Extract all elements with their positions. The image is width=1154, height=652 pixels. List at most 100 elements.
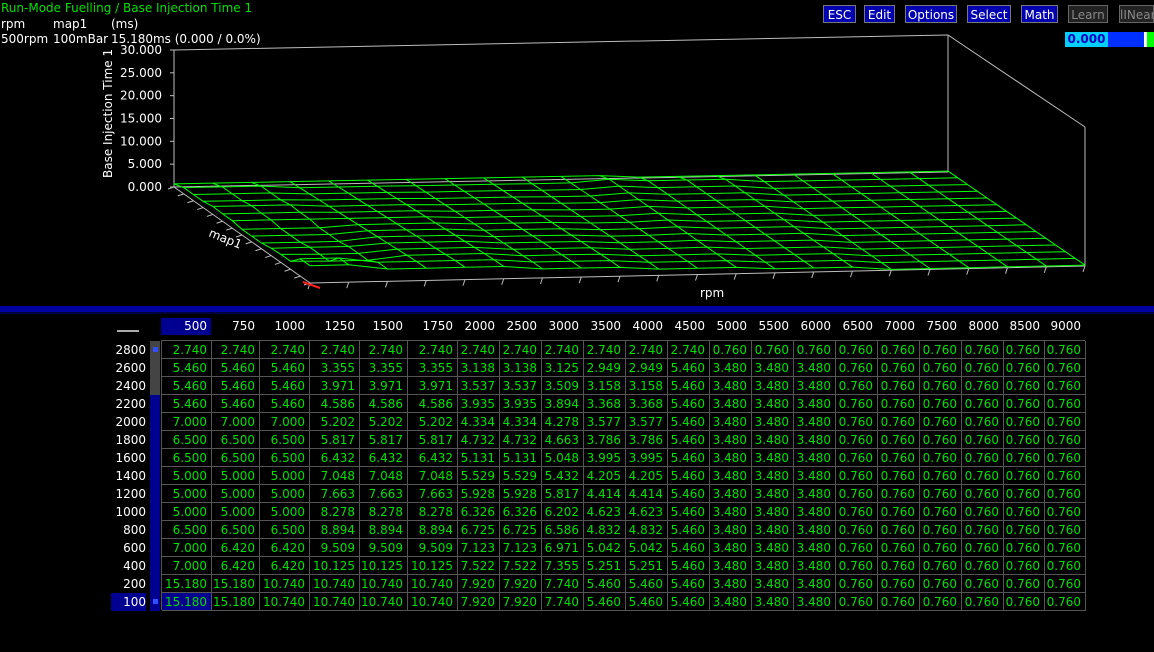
table-cell[interactable]: 10.740 [408,575,458,593]
table-cell[interactable]: 3.125 [542,359,584,377]
row-header-1400[interactable]: 1400 [100,467,146,485]
table-cell[interactable]: 3.480 [794,521,836,539]
table-cell[interactable]: 10.740 [360,593,408,611]
table-cell[interactable]: 0.760 [920,485,962,503]
table-cell[interactable]: 0.760 [920,413,962,431]
table-cell[interactable]: 6.202 [542,503,584,521]
table-cell[interactable]: 2.949 [626,359,668,377]
table-cell[interactable]: 4.586 [408,395,458,413]
table-cell[interactable]: 3.480 [710,467,752,485]
table-cell[interactable]: 5.251 [584,557,626,575]
table-cell[interactable]: 3.480 [752,467,794,485]
table-cell[interactable]: 0.760 [1004,395,1045,413]
table-cell[interactable]: 5.460 [260,377,310,395]
table-cell[interactable]: 3.480 [752,377,794,395]
column-header-1000[interactable]: 1000 [259,318,309,335]
table-cell[interactable]: 3.480 [710,413,752,431]
table-cell[interactable]: 0.760 [962,431,1004,449]
table-cell[interactable]: 3.480 [710,557,752,575]
table-cell[interactable]: 3.480 [710,431,752,449]
table-cell[interactable]: 0.760 [1004,557,1045,575]
table-cell[interactable]: 3.935 [500,395,542,413]
table-cell[interactable]: 5.460 [668,575,710,593]
table-cell[interactable]: 5.000 [162,467,212,485]
table-cell[interactable]: 5.000 [212,485,260,503]
table-cell[interactable]: 0.760 [836,467,878,485]
table-cell[interactable]: 6.420 [212,557,260,575]
table-cell[interactable]: 3.480 [752,521,794,539]
table-cell[interactable]: 5.460 [260,395,310,413]
table-cell[interactable]: 4.623 [584,503,626,521]
table-cell[interactable]: 5.460 [626,575,668,593]
table-cell[interactable]: 3.355 [408,359,458,377]
column-header-7500[interactable]: 7500 [919,318,961,335]
table-cell[interactable]: 0.760 [836,539,878,557]
table-cell[interactable]: 4.414 [626,485,668,503]
row-header-2600[interactable]: 2600 [100,359,146,377]
table-cell[interactable]: 0.760 [1045,341,1086,359]
table-cell[interactable]: 0.760 [1045,449,1086,467]
table-cell[interactable]: 5.460 [668,521,710,539]
column-header-8500[interactable]: 8500 [1003,318,1044,335]
table-cell[interactable]: 0.760 [920,395,962,413]
table-cell[interactable]: 10.125 [310,557,360,575]
table-cell[interactable]: 0.760 [1045,467,1086,485]
table-cell[interactable]: 6.500 [212,431,260,449]
table-cell[interactable]: 3.480 [710,503,752,521]
table-cell[interactable]: 0.760 [962,413,1004,431]
table-cell[interactable]: 0.760 [878,377,920,395]
table-cell[interactable]: 0.760 [878,467,920,485]
table-cell[interactable]: 0.760 [962,539,1004,557]
table-cell[interactable]: 5.817 [310,431,360,449]
row-header-1800[interactable]: 1800 [100,431,146,449]
table-cell[interactable]: 7.000 [162,557,212,575]
table-cell[interactable]: 5.460 [584,575,626,593]
table-cell[interactable]: 0.760 [878,557,920,575]
table-cell[interactable]: 5.460 [584,593,626,611]
table-cell[interactable]: 0.760 [962,521,1004,539]
table-cell[interactable]: 7.000 [212,413,260,431]
table-cell[interactable]: 3.480 [794,467,836,485]
table-cell[interactable]: 5.460 [212,359,260,377]
table-cell[interactable]: 3.480 [752,395,794,413]
table-cell[interactable]: 3.480 [794,395,836,413]
table-cell[interactable]: 5.202 [408,413,458,431]
column-header-500[interactable]: 500 [161,318,211,335]
table-cell[interactable]: 0.760 [1004,377,1045,395]
table-cell[interactable]: 7.522 [500,557,542,575]
table-cell[interactable]: 3.480 [752,557,794,575]
table-cell[interactable]: 7.123 [500,539,542,557]
table-cell[interactable]: 5.131 [458,449,500,467]
table-cell[interactable]: 6.500 [212,521,260,539]
table-cell[interactable]: 0.760 [1004,539,1045,557]
table-cell[interactable]: 2.740 [212,341,260,359]
table-cell[interactable]: 3.786 [626,431,668,449]
table-cell[interactable]: 5.131 [500,449,542,467]
table-cell[interactable]: 0.760 [962,449,1004,467]
table-cell[interactable]: 0.760 [920,593,962,611]
table-cell[interactable]: 3.480 [710,395,752,413]
table-cell[interactable]: 4.205 [626,467,668,485]
table-cell[interactable]: 0.760 [962,359,1004,377]
table-cell[interactable]: 7.048 [408,467,458,485]
table-cell[interactable]: 7.355 [542,557,584,575]
table-cell[interactable]: 7.123 [458,539,500,557]
table-cell[interactable]: 15.180 [212,593,260,611]
table-cell[interactable]: 5.460 [668,485,710,503]
column-header-4000[interactable]: 4000 [625,318,667,335]
table-cell[interactable]: 5.460 [668,449,710,467]
table-cell[interactable]: 3.480 [794,485,836,503]
table-cell[interactable]: 3.480 [794,413,836,431]
table-cell[interactable]: 6.500 [162,431,212,449]
table-cell[interactable]: 0.760 [1045,485,1086,503]
table-cell[interactable]: 7.920 [500,593,542,611]
table-cell[interactable]: 3.480 [710,521,752,539]
table-cell[interactable]: 5.460 [668,557,710,575]
table-cell[interactable]: 0.760 [1004,359,1045,377]
table-cell[interactable]: 0.760 [1004,341,1045,359]
table-cell[interactable]: 5.000 [212,467,260,485]
table-cell[interactable]: 8.278 [360,503,408,521]
table-cell[interactable]: 0.760 [878,485,920,503]
table-cell[interactable]: 3.995 [584,449,626,467]
table-cell[interactable]: 0.760 [836,377,878,395]
